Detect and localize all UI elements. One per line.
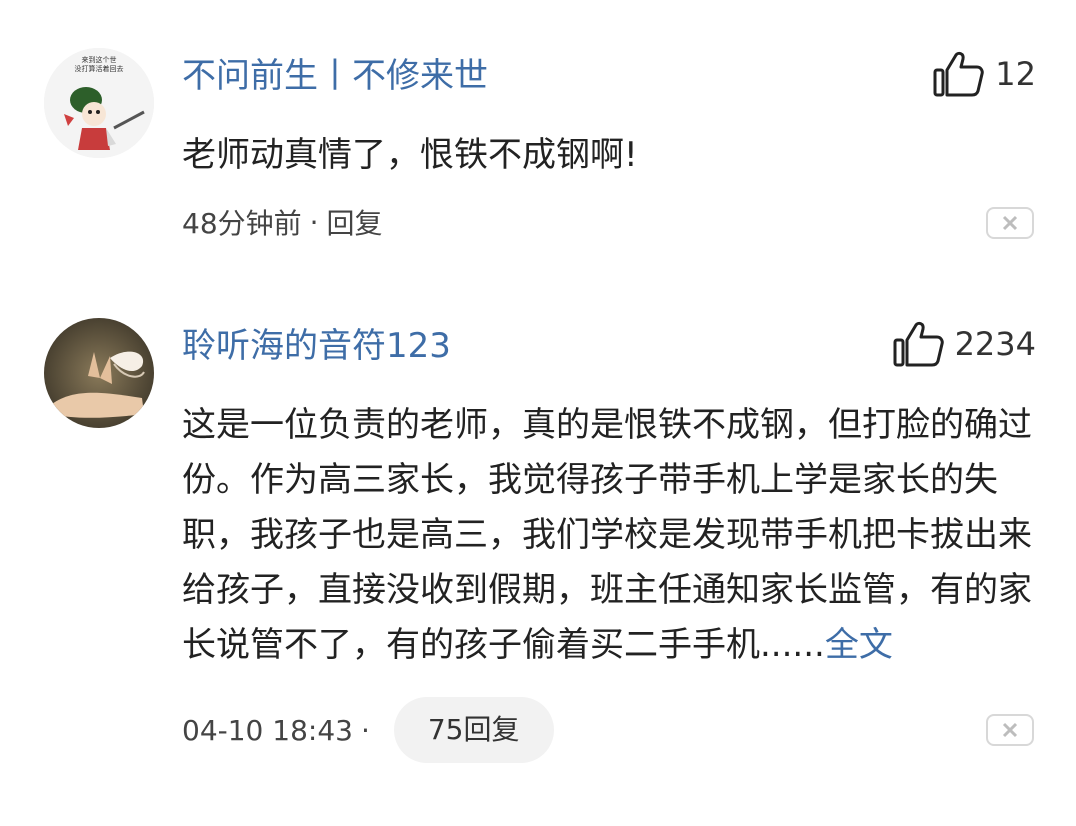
avatar-image: 来到这个世 没打算活着回去 [44,48,154,158]
comment-meta: 04-10 18:43 · 75回复 [182,697,554,763]
close-icon[interactable] [1002,722,1018,738]
meta-separator: · [360,713,370,747]
reply-link[interactable]: 回复 [327,202,383,242]
comment-text: 老师动真情了，恨铁不成钢啊! [182,135,638,175]
avatar-image [44,318,154,428]
avatar[interactable] [44,318,154,428]
comment-time: 48分钟前 [182,207,302,240]
dismiss-button[interactable] [986,714,1034,746]
dismiss-button[interactable] [986,207,1034,239]
meta-separator: · [309,205,319,239]
view-replies-button[interactable]: 75回复 [393,697,554,763]
like-button[interactable]: 2234 [893,320,1036,368]
comment-text: 这是一位负责的老师，真的是恨铁不成钢，但打脸的确过份。作为高三家长，我觉得孩子带… [182,398,1032,673]
thumbs-up-icon[interactable] [893,320,945,368]
avatar[interactable]: 来到这个世 没打算活着回去 [44,48,154,158]
comment-username[interactable]: 不问前生丨不修来世 [182,48,488,97]
comment-meta: 48分钟前 · 回复 [182,202,383,242]
comment-username[interactable]: 聆听海的音符123 [182,318,451,367]
avatar-caption-line-2: 没打算活着回去 [75,64,124,73]
like-button[interactable]: 12 [933,50,1036,98]
like-count: 2234 [954,325,1036,363]
thumbs-up-icon[interactable] [933,50,985,98]
expand-full-text-link[interactable]: 全文 [825,625,893,665]
comment-time: 04-10 18:43 [182,713,353,747]
comment-text-content: 这是一位负责的老师，真的是恨铁不成钢，但打脸的确过份。作为高三家长，我觉得孩子带… [182,405,1032,665]
close-icon[interactable] [1002,215,1018,231]
like-count: 12 [995,55,1036,93]
avatar-caption-line-1: 来到这个世 [82,55,117,64]
